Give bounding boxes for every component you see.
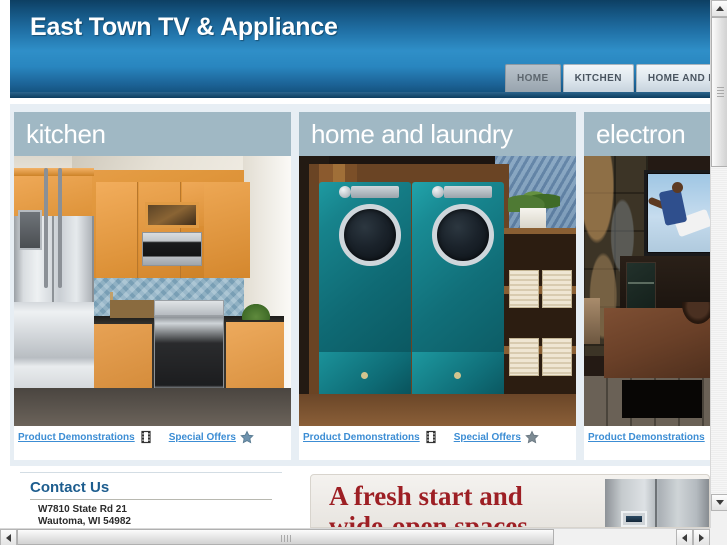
- main-navigation: HOME KITCHEN HOME AND LA: [505, 62, 710, 92]
- horizontal-scrollbar[interactable]: [0, 528, 727, 545]
- electronics-photo: [584, 156, 710, 426]
- star-icon: [525, 430, 539, 444]
- promo-headline: A fresh start and wide-open spaces: [329, 481, 528, 528]
- vertical-scrollbar[interactable]: [710, 0, 727, 528]
- site-title: East Town TV & Appliance: [30, 13, 338, 41]
- browser-page: East Town TV & Appliance HOME KITCHEN HO…: [0, 0, 727, 545]
- panel-links-electronics: Product Demonstrations: [584, 426, 710, 448]
- panel-title-electronics: electron: [584, 112, 710, 156]
- vertical-scrollbar-thumb[interactable]: [711, 17, 727, 167]
- special-offers-link[interactable]: Special Offers: [450, 432, 525, 443]
- product-demonstrations-link[interactable]: Product Demonstrations: [14, 432, 139, 443]
- scroll-right-button[interactable]: [693, 529, 710, 545]
- panel-title-home-and-laundry: home and laundry: [299, 112, 576, 156]
- chevron-left-icon: [6, 533, 11, 542]
- site-header: East Town TV & Appliance HOME KITCHEN HO…: [10, 0, 710, 98]
- page-viewport: East Town TV & Appliance HOME KITCHEN HO…: [0, 0, 710, 528]
- star-icon: [240, 430, 254, 444]
- scrollbar-corner: [710, 528, 727, 545]
- refrigerator-dispenser: [621, 511, 647, 527]
- panel-links-kitchen: Product Demonstrations Special Offers: [14, 426, 291, 448]
- feature-panel-kitchen[interactable]: kitchen Product Demonstrations Special O…: [14, 112, 291, 460]
- contact-address-line-1: W7810 State Rd 21: [38, 504, 127, 515]
- horizontal-scrollbar-thumb[interactable]: [17, 529, 554, 545]
- chevron-up-icon: [715, 6, 724, 11]
- nav-item-kitchen[interactable]: KITCHEN: [562, 64, 634, 92]
- chevron-right-icon: [699, 533, 704, 542]
- feature-panel-electronics[interactable]: electron Product Demonstrations: [584, 112, 710, 460]
- filmstrip-icon: [139, 430, 153, 444]
- scroll-down-button[interactable]: [711, 494, 727, 511]
- laundry-photo: [299, 156, 576, 426]
- kitchen-photo: [14, 156, 291, 426]
- nav-item-home[interactable]: HOME: [505, 64, 561, 92]
- scrollbar-grip-icon: [280, 535, 291, 542]
- special-offers-link[interactable]: Special Offers: [165, 432, 240, 443]
- scroll-up-button[interactable]: [711, 0, 727, 17]
- product-demonstrations-link[interactable]: Product Demonstrations: [584, 432, 709, 443]
- scroll-left-button[interactable]: [0, 529, 17, 545]
- panel-links-home-and-laundry: Product Demonstrations Special Offers: [299, 426, 576, 448]
- promo-banner[interactable]: A fresh start and wide-open spaces: [310, 474, 710, 528]
- contact-address-line-2: Wautoma, WI 54982: [38, 516, 131, 527]
- refrigerator-photo: [605, 479, 709, 527]
- scroll-right-inner-button[interactable]: [676, 529, 693, 545]
- nav-item-home-and-laundry[interactable]: HOME AND LA: [635, 64, 710, 92]
- filmstrip-icon: [424, 430, 438, 444]
- scrollbar-grip-icon: [717, 87, 724, 97]
- chevron-down-icon: [715, 500, 724, 505]
- product-demonstrations-link[interactable]: Product Demonstrations: [299, 432, 424, 443]
- chevron-left-icon: [682, 533, 687, 542]
- contact-us-section: Contact Us W7810 State Rd 21 Wautoma, WI…: [20, 472, 282, 528]
- panel-title-kitchen: kitchen: [14, 112, 291, 156]
- feature-panel-home-and-laundry[interactable]: home and laundry Product Demonstrations …: [299, 112, 576, 460]
- contact-us-heading: Contact Us: [30, 479, 272, 500]
